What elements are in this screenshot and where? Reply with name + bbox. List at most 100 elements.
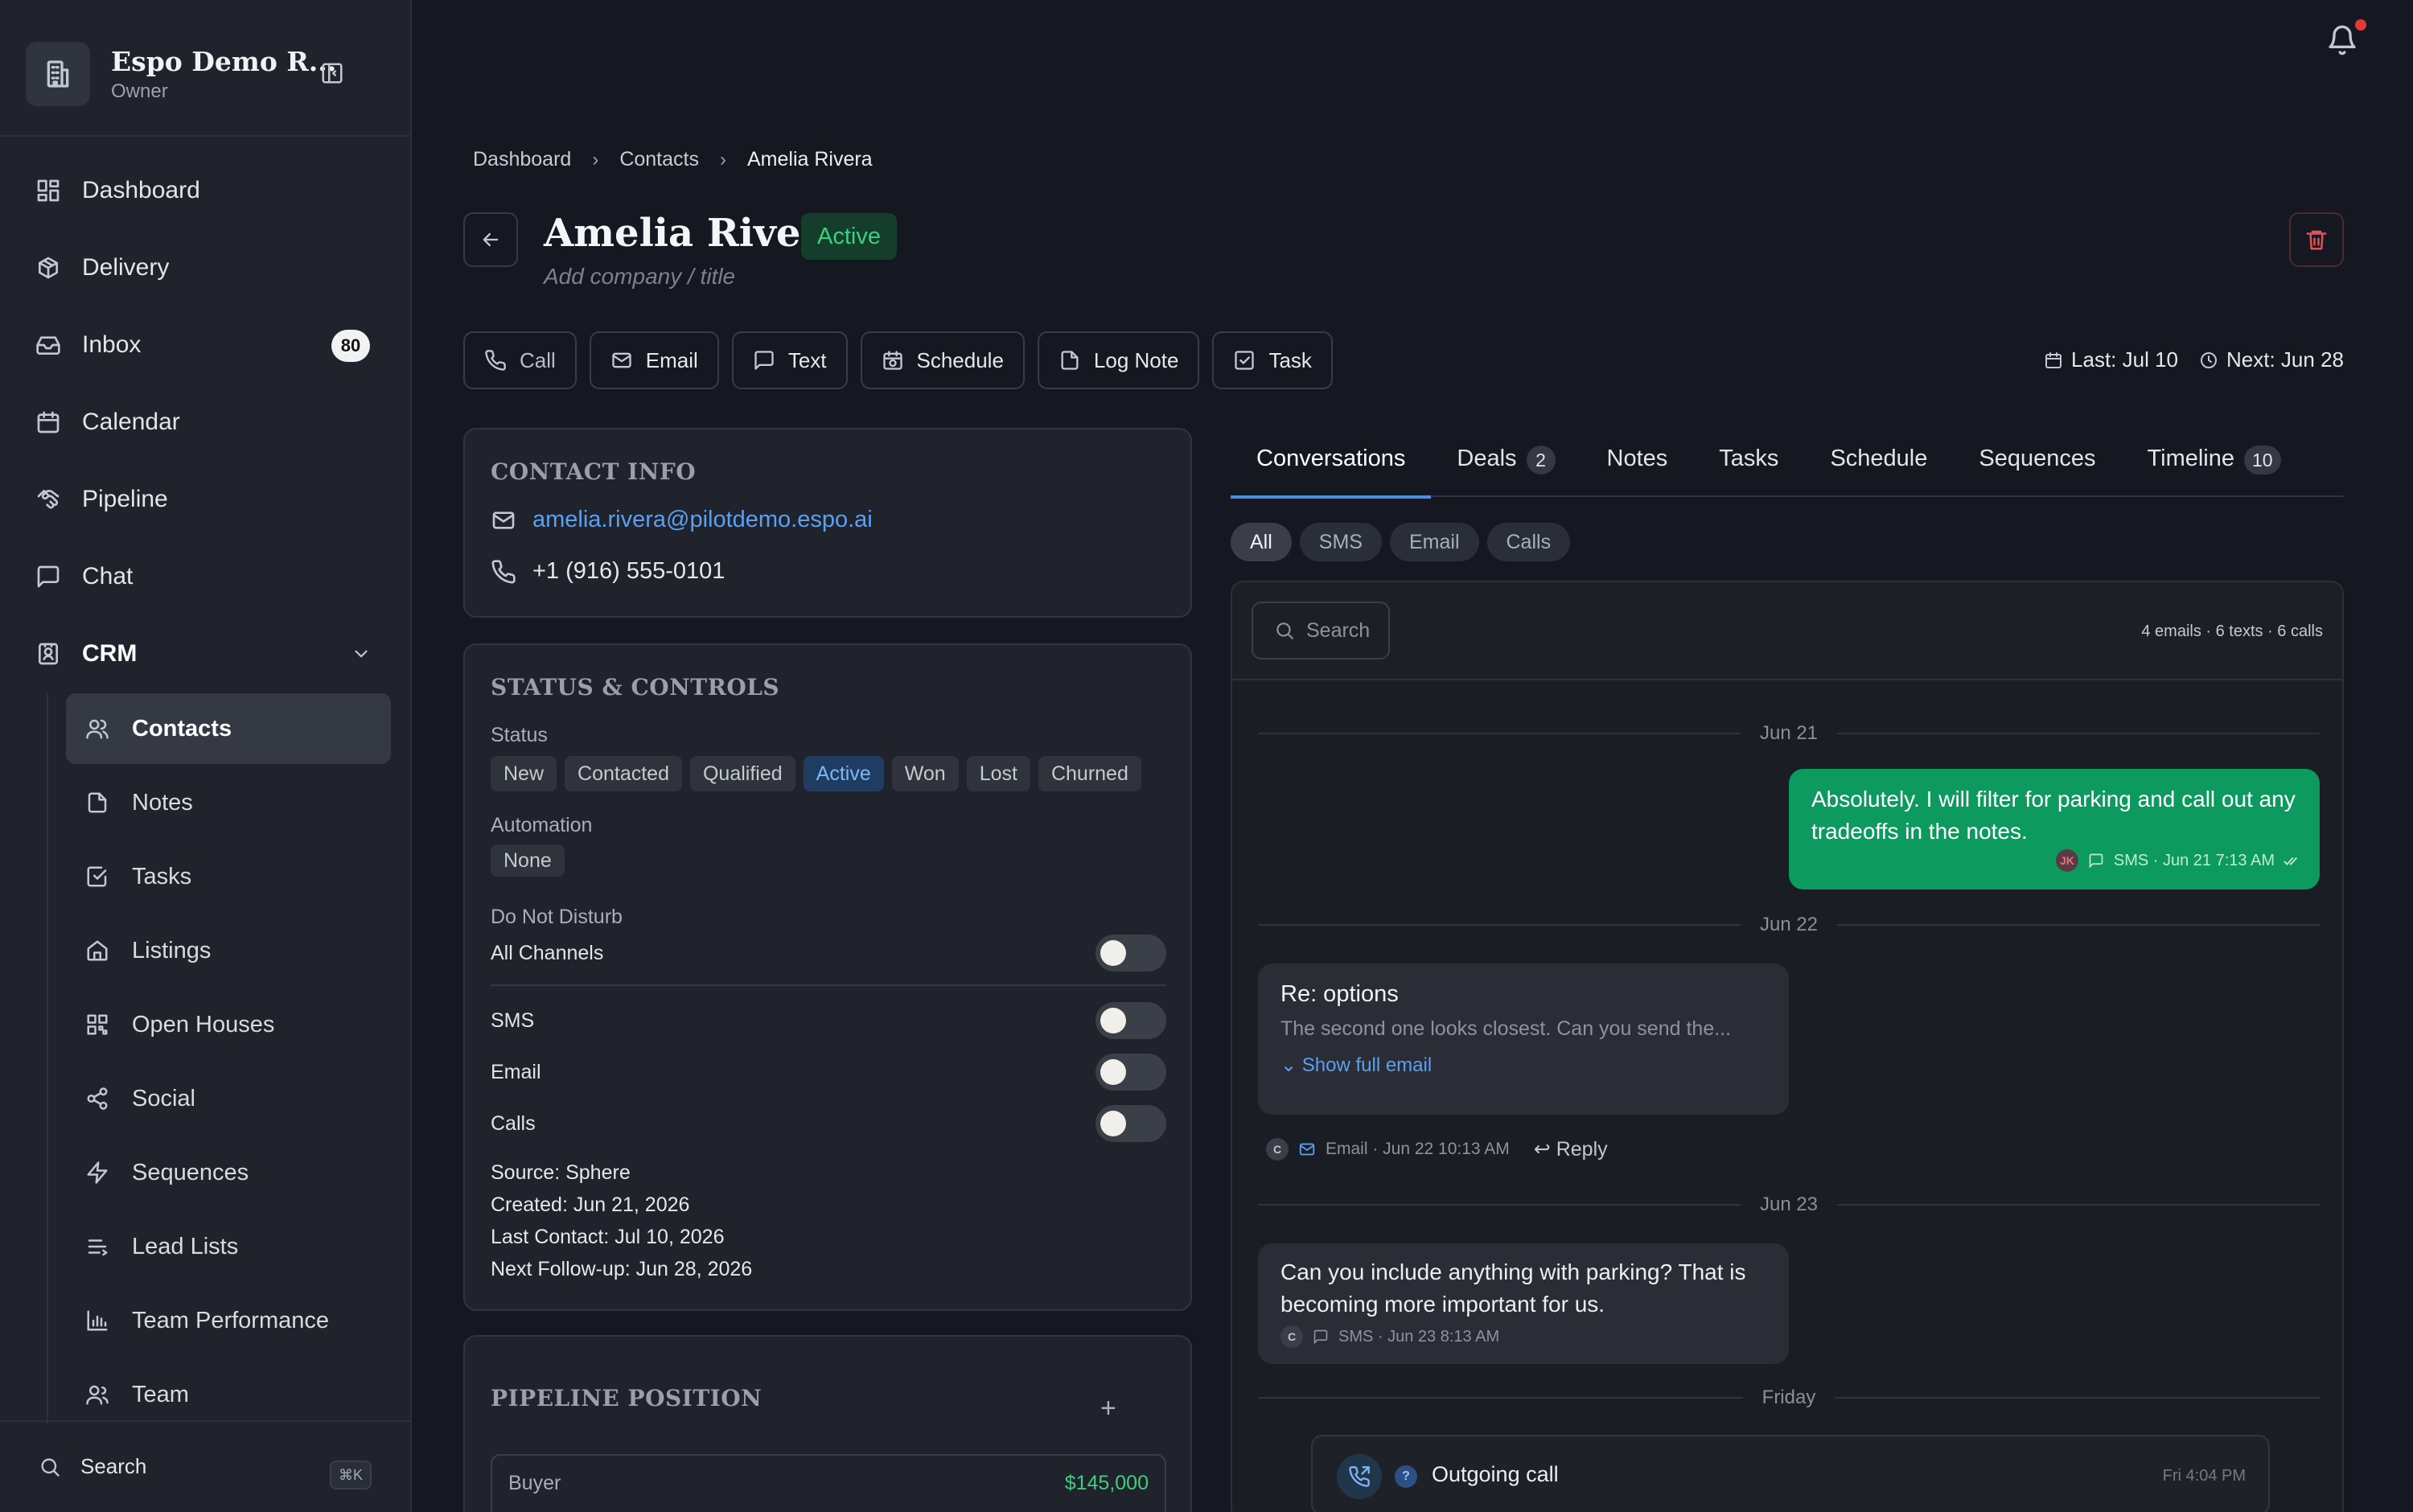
action-label: Task [1268,347,1312,372]
bell-icon[interactable] [2326,24,2358,56]
phone-outgoing-icon [1337,1454,1382,1499]
filter-sms[interactable]: SMS [1299,523,1382,561]
status-badge: Active [801,213,897,260]
nav-pipeline[interactable]: Pipeline [35,475,168,524]
reply-button[interactable]: ↩ Reply [1534,1137,1608,1161]
task-button[interactable]: Task [1212,331,1333,389]
status-chip-lost[interactable]: Lost [966,756,1030,791]
chevron-right-icon: › [592,148,599,171]
dnd-email-toggle[interactable] [1096,1054,1166,1091]
action-label: Email [645,347,698,372]
status-chip-qualified[interactable]: Qualified [689,756,795,791]
detail-tabs: Conversations Deals 2 Notes Tasks Schedul… [1231,434,2344,499]
home-icon [87,940,108,961]
message-text: Can you include anything with parking? T… [1280,1259,1746,1317]
chevron-right-icon: › [719,148,726,171]
email-bubble[interactable]: Re: options The second one looks closest… [1258,963,1789,1115]
back-button[interactable] [463,212,518,267]
conversation-filters: All SMS Email Calls [1231,523,1578,561]
message-icon [1313,1329,1328,1345]
message-counts: 4 emails · 6 texts · 6 calls [2141,622,2323,640]
dnd-calls-row: Calls [491,1105,1166,1142]
tab-timeline[interactable]: Timeline 10 [2122,434,2307,497]
phone-row[interactable]: +1 (916) 555-0101 [491,558,725,585]
tab-schedule[interactable]: Schedule [1804,434,1953,497]
phone-icon [485,350,506,371]
nav-crm[interactable]: CRM [35,630,137,678]
dnd-all-row: All Channels [491,935,1166,972]
nav-chat[interactable]: Chat [35,553,133,601]
crm-lead-lists[interactable]: Lead Lists [66,1211,391,1282]
crm-sequences[interactable]: Sequences [66,1137,391,1208]
avatar: C [1266,1138,1289,1161]
call-button[interactable]: Call [463,331,577,389]
crm-item-label: Tasks [132,863,192,890]
crm-open-houses[interactable]: Open Houses [66,989,391,1060]
dashboard-icon [37,179,60,202]
tab-tasks[interactable]: Tasks [1693,434,1804,497]
dnd-sms-row: SMS [491,1002,1166,1039]
log-note-button[interactable]: Log Note [1037,331,1200,389]
breadcrumb-current: Amelia Rivera [746,148,873,171]
note-icon [1061,351,1079,370]
automation-chip[interactable]: None [491,844,565,877]
sidebar-collapse-icon[interactable] [320,61,344,85]
sidebar-search[interactable]: Search [39,1454,146,1479]
call-entry[interactable]: ? Outgoing call Fri 4:04 PM [1311,1435,2270,1512]
breadcrumb-dashboard[interactable]: Dashboard [473,148,571,171]
tab-sequences[interactable]: Sequences [1953,434,2121,497]
status-chip-new[interactable]: New [491,756,557,791]
schedule-button[interactable]: Schedule [860,331,1025,389]
text-button[interactable]: Text [731,331,848,389]
crm-tasks[interactable]: Tasks [66,841,391,912]
conversation-search-input[interactable]: Search [1252,602,1390,659]
tab-deals[interactable]: Deals 2 [1431,434,1581,497]
sms-incoming-bubble[interactable]: Can you include anything with parking? T… [1258,1243,1789,1364]
nav-dashboard[interactable]: Dashboard [35,166,200,215]
tab-label: Conversations [1256,446,1406,471]
automation-label: Automation [491,814,593,836]
dnd-all-toggle[interactable] [1096,935,1166,972]
workspace-switcher[interactable]: Espo Demo R... Owner [26,42,336,106]
nav-inbox[interactable]: Inbox [35,321,141,369]
sms-outgoing-bubble[interactable]: Absolutely. I will filter for parking an… [1789,769,2320,890]
contact-card-icon [39,643,58,665]
status-chip-churned[interactable]: Churned [1038,756,1141,791]
company-title-field[interactable]: Add company / title [544,264,735,290]
action-label: Schedule [916,347,1004,372]
crm-team[interactable]: Team [66,1359,391,1430]
email-link[interactable]: amelia.rivera@pilotdemo.espo.ai [532,507,873,533]
phone-icon [491,559,516,584]
tab-notes[interactable]: Notes [1581,434,1694,497]
nav-delivery[interactable]: Delivery [35,244,169,292]
tab-conversations[interactable]: Conversations [1231,434,1432,499]
crm-listings[interactable]: Listings [66,915,391,986]
search-icon [41,1458,60,1477]
delete-button[interactable] [2289,212,2344,267]
pipeline-deal[interactable]: Buyer $145,000 [491,1454,1166,1512]
crm-team-performance[interactable]: Team Performance [66,1285,391,1356]
show-full-email-link[interactable]: ⌄ Show full email [1280,1054,1766,1077]
filter-all[interactable]: All [1231,523,1292,561]
action-label: Text [787,347,827,372]
dnd-calls-toggle[interactable] [1096,1105,1166,1142]
nav-calendar[interactable]: Calendar [35,398,180,446]
crm-notes[interactable]: Notes [66,767,391,838]
crm-contacts[interactable]: Contacts [66,693,391,764]
search-icon [1276,622,1293,639]
filter-calls[interactable]: Calls [1486,523,1571,561]
file-icon [88,792,107,813]
add-pipeline-button[interactable]: + [1100,1393,1116,1424]
action-bar: Call Email Text Schedule Log Note Task [463,331,1346,389]
filter-email[interactable]: Email [1389,523,1479,561]
toggle-label: All Channels [491,941,604,964]
status-chip-active[interactable]: Active [803,756,884,791]
email-row[interactable]: amelia.rivera@pilotdemo.espo.ai [491,507,873,533]
chevron-down-icon[interactable] [351,643,372,664]
status-chip-won[interactable]: Won [891,756,959,791]
dnd-sms-toggle[interactable] [1096,1002,1166,1039]
status-chip-contacted[interactable]: Contacted [565,756,682,791]
breadcrumb-contacts[interactable]: Contacts [619,148,699,171]
crm-social[interactable]: Social [66,1063,391,1134]
email-button[interactable]: Email [589,331,719,389]
